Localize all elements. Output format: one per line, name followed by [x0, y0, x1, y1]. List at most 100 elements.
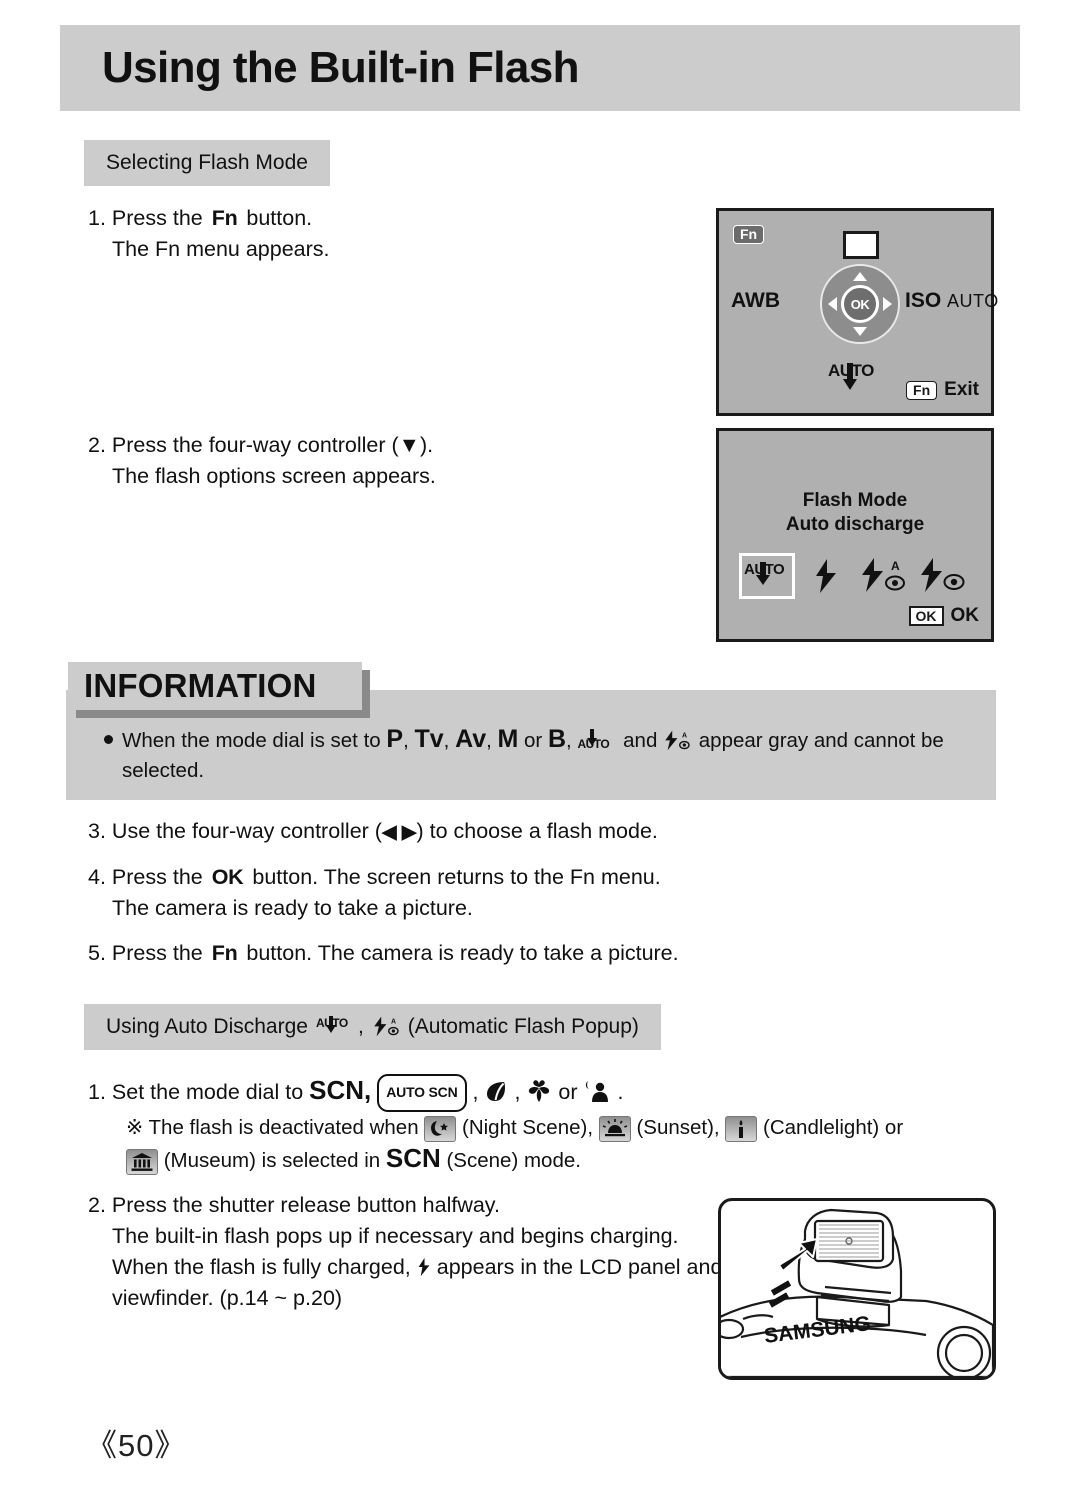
left-right-arrows-icon: ◀ ▶ — [381, 822, 417, 843]
information-body: When the mode dial is set to P, Tv, Av, … — [104, 724, 944, 786]
flash-bolt-icon — [815, 559, 836, 593]
mode-scn: SCN, — [309, 1075, 372, 1105]
sunset-icon — [598, 1115, 631, 1142]
info-text-a: When the mode dial is set to — [122, 729, 381, 752]
bullet-icon — [104, 735, 113, 744]
mode-or: or — [524, 729, 543, 752]
popup-arrow-icon — [843, 363, 857, 393]
step-5-text-a: Press the — [111, 941, 203, 965]
page-number: 《50》 — [86, 1428, 187, 1463]
flash-auto-eye-inline-icon: A — [665, 730, 690, 751]
camera-illustration: SAMSUNG — [718, 1198, 996, 1380]
ad-step-2-number: 2. — [88, 1193, 106, 1217]
ad-step-2-text-b: appears in the LCD panel and — [436, 1255, 723, 1279]
step-5-text-b: button. The camera is ready to take a pi… — [246, 941, 679, 965]
step-1: 1. Press the Fn button. The Fn menu appe… — [88, 203, 330, 265]
fn-button-key: Fn — [211, 206, 238, 230]
ad-period: . — [617, 1080, 624, 1104]
ad-or: or — [558, 1080, 578, 1104]
step-1-text-a: Press the — [111, 206, 203, 230]
page-header: Using the Built-in Flash — [60, 25, 1020, 111]
mode-b: B — [547, 725, 567, 753]
step-2-text: Press the four-way controller (▼). — [111, 433, 434, 457]
step-3-line-1: 3. Use the four-way controller (◀ ▶) to … — [88, 816, 658, 848]
svg-text:A: A — [391, 1019, 396, 1026]
flash-bolt-auto-eye-icon: A — [862, 558, 906, 592]
ok-badge-icon: OK — [908, 606, 944, 626]
step-1-text-b: button. — [246, 206, 313, 230]
auto-discharge-inline-icon: AUTO — [577, 729, 617, 751]
step-2-number: 2. — [88, 433, 106, 457]
arrow-right-icon — [883, 297, 892, 311]
step-3-text-b: ) to choose a flash mode. — [416, 819, 658, 843]
information-line-2: selected. — [122, 759, 205, 782]
ad-step-1-line-1: 1. Set the mode dial to SCN, AUTO SCN , … — [88, 1074, 903, 1112]
auto-discharge-heading-comma: , — [357, 1015, 364, 1038]
ad-step-1-number: 1. — [88, 1080, 106, 1104]
museum-icon — [126, 1148, 158, 1175]
flash-option-fill-flash-icon[interactable] — [798, 553, 854, 599]
ad-step-2-line-3: When the flash is fully charged, appears… — [88, 1252, 722, 1283]
note-candle-label: (Candlelight) or — [763, 1116, 904, 1139]
frame-rectangle-icon — [843, 231, 879, 259]
arrow-left-icon — [828, 297, 837, 311]
info-text-b: appear gray and cannot be — [698, 729, 944, 752]
info-and: and — [623, 729, 658, 752]
note-mark-icon: ※ — [126, 1116, 144, 1139]
ad-step-2-line-2: The built-in flash pops up if necessary … — [112, 1224, 679, 1248]
auto-discharge-heading-prefix: Using Auto Discharge — [106, 1015, 308, 1038]
camera-popup-flash-drawing: SAMSUNG — [721, 1208, 993, 1377]
flash-option-auto-discharge-icon[interactable]: AUTO — [739, 553, 795, 599]
ad-step-2-text-a: When the flash is fully charged, — [112, 1255, 411, 1279]
night-scene-icon — [424, 1115, 457, 1142]
note-scn-mode: SCN — [385, 1143, 441, 1173]
auto-discharge-glyph: AUTO — [828, 361, 880, 400]
step-2-line-2: The flash options screen appears. — [112, 464, 436, 488]
mode-p: P — [386, 725, 404, 753]
comma-3: , — [486, 729, 492, 752]
step-4-text-b: button. The screen returns to the Fn men… — [252, 865, 661, 889]
comma-4: , — [566, 729, 572, 752]
section-heading-using-auto-discharge: Using Auto Discharge AUTO , A (Automatic… — [84, 1004, 661, 1050]
step-5-line-1: 5. Press the Fn button. The camera is re… — [88, 938, 679, 969]
auto-discharge-step-2: 2. Press the shutter release button half… — [88, 1190, 722, 1314]
ad-step-1-text: Set the mode dial to — [111, 1080, 304, 1104]
comma-2: , — [443, 729, 450, 752]
section-heading-label: Selecting Flash Mode — [106, 151, 308, 174]
note-museum-label: (Museum) is selected in — [163, 1149, 381, 1172]
flash-options-title: Flash Mode — [802, 490, 908, 511]
fn-exit-label: Exit — [944, 379, 979, 400]
ok-button-label: OK — [850, 296, 870, 312]
fn-button-key-2: Fn — [211, 941, 238, 965]
step-4-line-2: The camera is ready to take a picture. — [112, 896, 473, 920]
flash-option-red-eye-icon[interactable] — [915, 553, 971, 599]
flash-options-subtitle: Auto discharge — [785, 514, 925, 535]
candlelight-icon — [725, 1115, 758, 1142]
step-4-number: 4. — [88, 865, 106, 889]
note-sunset-label: (Sunset), — [636, 1116, 720, 1139]
ad-step-2-text: Press the shutter release button halfway… — [111, 1193, 500, 1217]
step-4-text-a: Press the — [111, 865, 203, 889]
page-title: Using the Built-in Flash — [102, 43, 580, 92]
information-line-1: When the mode dial is set to P, Tv, Av, … — [104, 724, 944, 756]
arrow-up-icon — [853, 272, 867, 281]
iso-group: ISO AUTO — [905, 289, 999, 313]
flash-options-title-block: Flash Mode Auto discharge — [719, 489, 991, 537]
step-1-number: 1. — [88, 206, 106, 230]
flash-option-auto-red-eye-icon[interactable]: A — [856, 553, 912, 599]
step-2-line-1: 2. Press the four-way controller (▼). — [88, 430, 436, 461]
step-2: 2. Press the four-way controller (▼). Th… — [88, 430, 436, 492]
flash-options-row: AUTO A — [739, 553, 971, 599]
comma-1: , — [403, 729, 409, 752]
auto-discharge-heading-suffix: (Automatic Flash Popup) — [407, 1015, 639, 1038]
night-portrait-mode-icon — [585, 1081, 608, 1102]
ok-button-key: OK — [211, 865, 244, 889]
ad-step-1-note-line-1: ※ The flash is deactivated when (Night S… — [88, 1112, 903, 1143]
step-3: 3. Use the four-way controller (◀ ▶) to … — [88, 816, 658, 848]
awb-label: AWB — [731, 289, 780, 312]
mode-tv: Tv — [414, 725, 444, 753]
fn-exit-hint: Fn Exit — [906, 379, 979, 401]
auto-discharge-step-1: 1. Set the mode dial to SCN, AUTO SCN , … — [88, 1074, 903, 1176]
auto-discharge-heading-icon: AUTO — [316, 1016, 356, 1038]
step-1-line-2: The Fn menu appears. — [112, 237, 330, 261]
